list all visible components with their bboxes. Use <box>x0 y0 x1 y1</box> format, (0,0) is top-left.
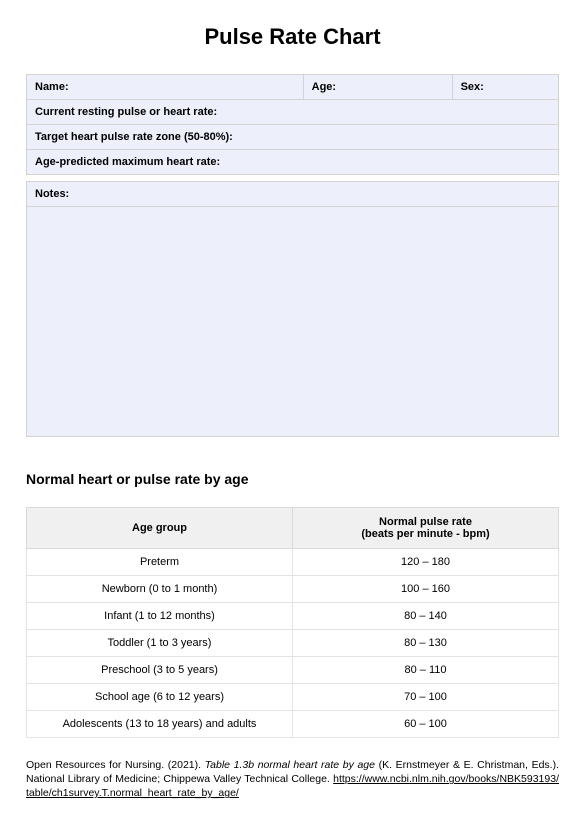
citation-part1: Open Resources for Nursing. (2021). <box>26 759 205 771</box>
form-table: Name: Age: Sex: Current resting pulse or… <box>26 74 559 175</box>
cell-rate: 80 – 140 <box>293 603 559 630</box>
col-header-rate-line2: (beats per minute - bpm) <box>303 528 548 540</box>
table-row: Infant (1 to 12 months)80 – 140 <box>27 603 559 630</box>
resting-field[interactable]: Current resting pulse or heart rate: <box>27 100 559 125</box>
cell-age-group: Newborn (0 to 1 month) <box>27 576 293 603</box>
sex-field[interactable]: Sex: <box>452 75 558 100</box>
cell-rate: 120 – 180 <box>293 549 559 576</box>
cell-age-group: School age (6 to 12 years) <box>27 684 293 711</box>
cell-rate: 70 – 100 <box>293 684 559 711</box>
section-heading: Normal heart or pulse rate by age <box>26 471 559 487</box>
cell-rate: 80 – 110 <box>293 657 559 684</box>
col-header-age-group: Age group <box>27 508 293 549</box>
cell-rate: 80 – 130 <box>293 630 559 657</box>
col-header-rate-line1: Normal pulse rate <box>379 516 472 528</box>
citation: Open Resources for Nursing. (2021). Tabl… <box>26 758 559 801</box>
cell-age-group: Adolescents (13 to 18 years) and adults <box>27 711 293 738</box>
citation-italic: Table 1.3b normal heart rate by age <box>205 759 379 771</box>
cell-age-group: Preschool (3 to 5 years) <box>27 657 293 684</box>
table-row: Toddler (1 to 3 years)80 – 130 <box>27 630 559 657</box>
cell-rate: 60 – 100 <box>293 711 559 738</box>
cell-age-group: Preterm <box>27 549 293 576</box>
col-header-rate: Normal pulse rate (beats per minute - bp… <box>293 508 559 549</box>
predicted-field[interactable]: Age-predicted maximum heart rate: <box>27 150 559 175</box>
page-title: Pulse Rate Chart <box>26 24 559 50</box>
table-row: Preschool (3 to 5 years)80 – 110 <box>27 657 559 684</box>
name-field[interactable]: Name: <box>27 75 304 100</box>
target-field[interactable]: Target heart pulse rate zone (50-80%): <box>27 125 559 150</box>
cell-age-group: Infant (1 to 12 months) <box>27 603 293 630</box>
cell-age-group: Toddler (1 to 3 years) <box>27 630 293 657</box>
table-row: Preterm120 – 180 <box>27 549 559 576</box>
cell-rate: 100 – 160 <box>293 576 559 603</box>
age-field[interactable]: Age: <box>303 75 452 100</box>
notes-area[interactable] <box>26 207 559 437</box>
notes-label: Notes: <box>27 182 559 207</box>
table-row: Adolescents (13 to 18 years) and adults6… <box>27 711 559 738</box>
data-table: Age group Normal pulse rate (beats per m… <box>26 507 559 738</box>
table-row: Newborn (0 to 1 month)100 – 160 <box>27 576 559 603</box>
table-row: School age (6 to 12 years)70 – 100 <box>27 684 559 711</box>
